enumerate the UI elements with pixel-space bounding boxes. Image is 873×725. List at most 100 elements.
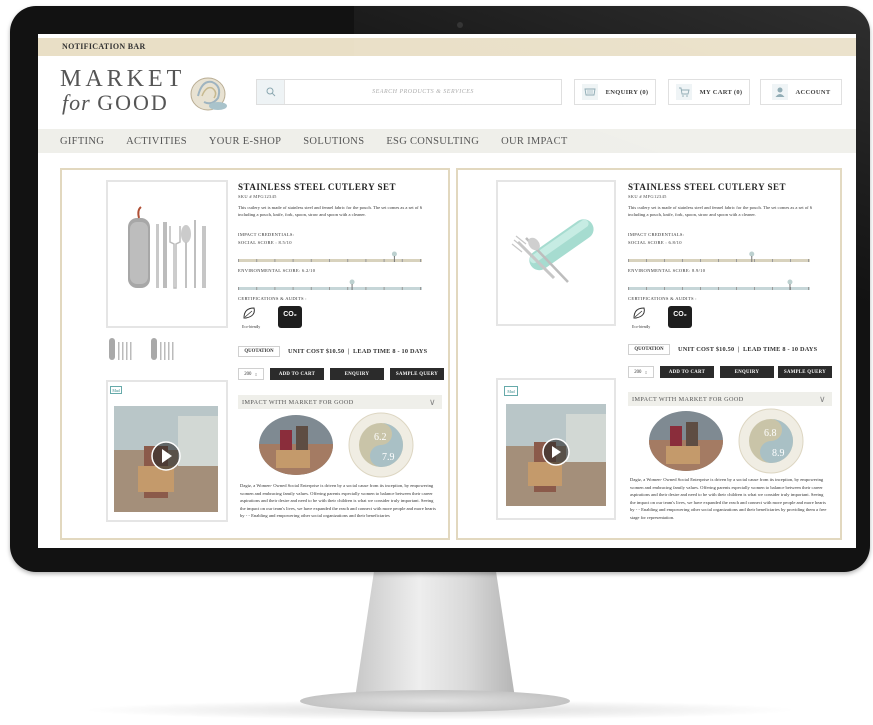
impact-story-text: Dagiz, a Women- Owned Social Enterprise … — [240, 483, 436, 519]
score-tick — [808, 287, 809, 290]
eco-friendly-label: Eco-friendly — [632, 325, 651, 329]
score-tick — [292, 259, 294, 262]
score-tick — [682, 259, 683, 262]
score-marker — [787, 279, 793, 285]
quantity-stepper[interactable]: 200 ⇕ — [628, 366, 654, 378]
enquiry-button[interactable]: ENQUIRY (0) — [574, 79, 656, 105]
score-tick — [754, 287, 755, 290]
unit-cost-and-lead-time: UNIT COST $10.50 | LEAD TIME 8 - 10 DAYS — [678, 346, 818, 353]
environmental-score-label: ENVIRONMENTAL SCORE: 8.9/10 — [628, 268, 706, 273]
account-button[interactable]: ACCOUNT — [760, 79, 842, 105]
quotation-select[interactable]: QUOTATION — [238, 346, 280, 357]
product-thumbnail[interactable] — [108, 336, 136, 362]
product-card: Mad STAINLESS STEEL CUTLERY SET SKU # MF… — [60, 168, 450, 540]
enquiry-action-button[interactable]: ENQUIRY — [720, 366, 774, 378]
score-needle — [751, 256, 753, 262]
search-bar[interactable]: SEARCH PRODUCTS & SERVICES — [256, 79, 562, 105]
score-tick — [682, 287, 683, 290]
cart-button-label: MY CART (0) — [699, 88, 743, 96]
social-badge-value: 6.8 — [764, 428, 777, 439]
impact-credentials-label: IMPACT CREDENTIALS: — [628, 232, 685, 237]
chevron-down-icon: ∨ — [429, 397, 436, 407]
score-tick — [808, 259, 809, 262]
unit-cost-and-lead-time: UNIT COST $10.50 | LEAD TIME 8 - 10 DAYS — [288, 348, 428, 355]
nav-item-solutions[interactable]: SOLUTIONS — [303, 136, 364, 147]
product-thumbnail[interactable] — [150, 336, 178, 362]
screen: NOTIFICATION BAR MARKET for GOOD SEARCH … — [38, 34, 856, 548]
score-tick — [718, 259, 719, 262]
score-tick — [383, 259, 385, 262]
score-needle — [351, 284, 353, 290]
user-icon — [771, 84, 788, 100]
impact-story-text: Dagiz, a Women- Owned Social Enterprise … — [630, 477, 827, 520]
impact-accordion-header[interactable]: IMPACT WITH MARKET FOR GOOD ∨ — [238, 395, 442, 409]
impact-accordion-header[interactable]: IMPACT WITH MARKET FOR GOOD ∨ — [628, 392, 832, 406]
notification-bar: NOTIFICATION BAR — [38, 38, 856, 56]
score-tick — [347, 287, 349, 290]
product-image[interactable] — [106, 180, 228, 328]
story-media[interactable]: Mad — [106, 380, 228, 522]
notification-bar-label: NOTIFICATION BAR — [62, 42, 146, 51]
story-media[interactable]: Mad — [496, 378, 616, 520]
camera-icon — [457, 22, 463, 28]
impact-photo — [648, 410, 724, 472]
score-tick — [329, 259, 330, 262]
co2-cert-icon: CO₂ — [668, 306, 692, 328]
score-needle — [789, 284, 791, 290]
score-tick — [700, 259, 701, 262]
nav-item-gifting[interactable]: GIFTING — [60, 136, 104, 147]
environmental-badge-value: 7.9 — [382, 452, 395, 463]
product-card: Mad STAINLESS STEEL CUTLERY SET SKU # MF… — [456, 168, 842, 540]
sample-query-button[interactable]: SAMPLE QUERY — [778, 366, 832, 378]
enquiry-action-button[interactable]: ENQUIRY — [330, 368, 384, 380]
co2-label: CO₂ — [283, 311, 297, 318]
score-tick — [347, 259, 349, 262]
cart-button[interactable]: MY CART (0) — [668, 79, 750, 105]
score-tick — [401, 287, 403, 290]
score-tick — [329, 287, 330, 290]
search-icon — [257, 80, 285, 104]
score-tick — [365, 259, 367, 262]
score-tick — [256, 259, 258, 262]
social-score-bar — [628, 250, 810, 262]
account-button-label: ACCOUNT — [795, 88, 831, 96]
eco-friendly-cert: Eco-friendly — [242, 306, 264, 332]
add-to-cart-button[interactable]: ADD TO CART — [660, 366, 714, 378]
logo-line2: for GOOD — [62, 90, 169, 115]
score-tick — [772, 287, 773, 290]
score-marker — [749, 251, 755, 257]
score-tick — [664, 287, 665, 290]
logo-line1: MARKET — [60, 66, 186, 92]
sample-query-button[interactable]: SAMPLE QUERY — [390, 368, 444, 380]
product-description: This cutlery set is made of stainless st… — [628, 205, 813, 217]
eco-friendly-label: Eco-friendly — [242, 325, 261, 329]
nav-item-your-e-shop[interactable]: YOUR E-SHOP — [209, 136, 281, 147]
nav-item-activities[interactable]: ACTIVITIES — [126, 136, 187, 147]
impact-score-badge: 6.2 7.9 — [348, 412, 414, 478]
product-image[interactable] — [496, 180, 616, 326]
quantity-stepper[interactable]: 200 ⇕ — [238, 368, 264, 380]
score-marker — [349, 279, 355, 285]
search-input[interactable]: SEARCH PRODUCTS & SERVICES — [285, 89, 561, 95]
product-title: STAINLESS STEEL CUTLERY SET — [238, 182, 396, 192]
product-sku: SKU # MFG12345 — [628, 194, 667, 199]
monitor-bezel: NOTIFICATION BAR MARKET for GOOD SEARCH … — [10, 6, 870, 572]
story-tag: Mad — [504, 386, 518, 396]
score-tick — [628, 259, 629, 262]
leaf-icon — [243, 307, 255, 319]
environmental-badge-value: 8.9 — [772, 448, 785, 459]
product-title: STAINLESS STEEL CUTLERY SET — [628, 182, 786, 192]
quotation-select[interactable]: QUOTATION — [628, 344, 670, 355]
score-tick — [310, 287, 312, 290]
enquiry-button-label: ENQUIRY (0) — [605, 88, 649, 96]
score-tick — [646, 287, 647, 290]
score-tick — [238, 287, 239, 290]
score-tick — [274, 259, 276, 262]
score-tick — [420, 287, 421, 290]
add-to-cart-button[interactable]: ADD TO CART — [270, 368, 324, 380]
score-tick — [256, 287, 258, 290]
environmental-score-label: ENVIRONMENTAL SCORE: 6.2/10 — [238, 268, 316, 273]
logo[interactable]: MARKET for GOOD — [60, 66, 240, 120]
nav-item-esg-consulting[interactable]: ESG CONSULTING — [386, 136, 479, 147]
nav-item-our-impact[interactable]: OUR IMPACT — [501, 136, 568, 147]
